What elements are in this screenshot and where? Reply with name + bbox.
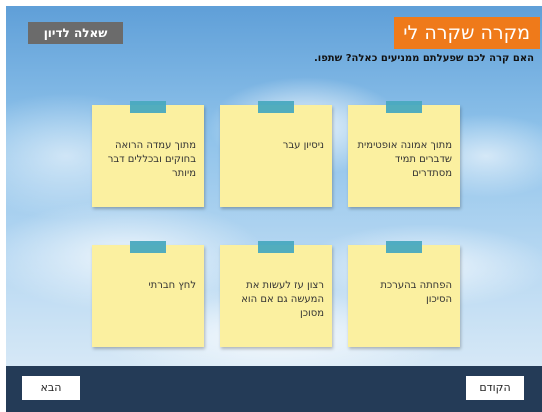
sticky-note[interactable]: ניסיון עבר xyxy=(220,101,332,207)
prev-button[interactable]: הקודם xyxy=(466,376,524,400)
sticky-note[interactable]: הפחתה בהערכת הסיכון xyxy=(348,241,460,347)
next-button[interactable]: הבא xyxy=(22,376,80,400)
note-text: הפחתה בהערכת הסיכון xyxy=(380,280,452,305)
note-text: רצון עז לעשות את המעשה גם אם הוא מסוכן xyxy=(241,280,324,319)
tape-strip xyxy=(386,101,422,113)
page-title: מקרה שקרה לי xyxy=(394,17,540,49)
tape-strip xyxy=(258,241,294,253)
note-text: לחץ חברתי xyxy=(148,280,196,291)
note-text: מתוך אמונה אופטימית שדברים תמיד מסתדרים xyxy=(357,140,452,179)
sticky-note[interactable]: רצון עז לעשות את המעשה גם אם הוא מסוכן xyxy=(220,241,332,347)
sticky-note[interactable]: מתוך אמונה אופטימית שדברים תמיד מסתדרים xyxy=(348,101,460,207)
sticky-note[interactable]: מתוך עמדה הרואה בחוקים ובכללים דבר מיותר xyxy=(92,101,204,207)
tape-strip xyxy=(130,101,166,113)
tape-strip xyxy=(258,101,294,113)
footer-bar: הבא הקודם xyxy=(6,366,542,412)
note-text: מתוך עמדה הרואה בחוקים ובכללים דבר מיותר xyxy=(107,140,196,179)
question-text: האם קרה לכם שפעלתם ממניעים כאלה? שתפו. xyxy=(314,53,534,64)
slide-frame: מקרה שקרה לי שאלה לדיון האם קרה לכם שפעל… xyxy=(6,6,542,412)
discussion-question-button[interactable]: שאלה לדיון xyxy=(28,22,123,44)
note-text: ניסיון עבר xyxy=(282,140,324,151)
tape-strip xyxy=(386,241,422,253)
sticky-note[interactable]: לחץ חברתי xyxy=(92,241,204,347)
tape-strip xyxy=(130,241,166,253)
